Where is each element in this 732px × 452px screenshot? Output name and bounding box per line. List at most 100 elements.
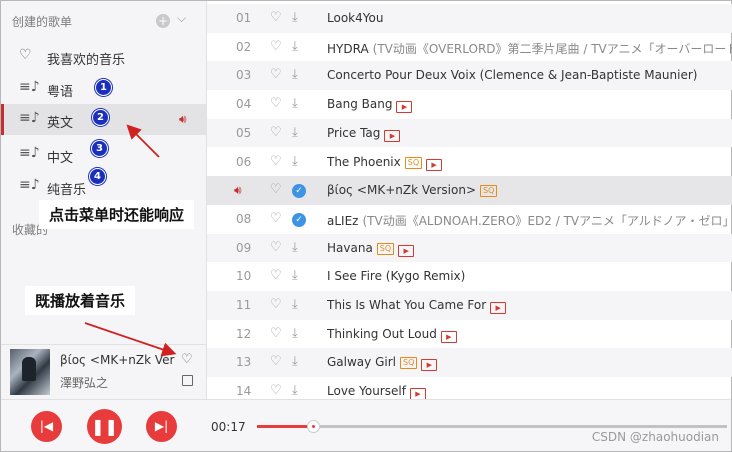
like-heart-icon[interactable]: ♡ — [270, 10, 282, 25]
skip-next-icon[interactable]: ▶| — [146, 411, 177, 442]
song-number: 04 — [236, 97, 252, 112]
download-icon[interactable]: ⤓ — [292, 10, 306, 25]
song-number: 14 — [236, 384, 252, 399]
song-list: 01 ♡ ⤓ Look4You 02 ♡ ⤓ HYDRA (TV动画《OVERLORD》第二季片… — [207, 1, 732, 399]
song-row[interactable]: 03 ♡ ⤓ Concerto Pour Deux Voix (Clemence & … — [207, 61, 732, 91]
song-row[interactable]: 🔊︎ ♡ ✓ βίος <MK+nZk Version> SQ — [207, 176, 732, 205]
like-heart-icon[interactable]: ♡ — [270, 67, 282, 82]
song-row[interactable]: 05 ♡ ⤓ Price Tag ▶ — [207, 118, 732, 148]
speaker-icon: 🔊︎ — [179, 112, 187, 126]
song-row[interactable]: 02 ♡ ⤓ HYDRA (TV动画《OVERLORD》第二季片尾曲 / TVアニメ「オ… — [207, 33, 732, 62]
download-icon[interactable]: ⤓ — [292, 125, 306, 140]
download-icon[interactable]: ⤓ — [292, 154, 306, 169]
download-icon[interactable]: ⤓ — [292, 240, 306, 255]
song-title-cell: Love Yourself ▶ — [327, 384, 426, 399]
download-icon[interactable]: ⤓ — [292, 354, 306, 369]
mv-play-icon[interactable]: ▶ — [426, 158, 443, 171]
song-row[interactable]: 08 ♡ ✓ aLIEz (TV动画《ALDNOAH.ZERO》ED2 / TVアニメ「… — [207, 205, 732, 234]
progress-knob[interactable] — [307, 420, 321, 433]
song-number: 08 — [236, 211, 252, 226]
like-heart-icon[interactable]: ♡ — [270, 268, 282, 283]
song-title: Concerto Pour Deux Voix (Clemence & Jean… — [327, 68, 698, 83]
like-heart-icon[interactable]: ♡ — [270, 39, 282, 54]
song-title-cell: The Phoenix SQ ▶ — [327, 155, 443, 171]
like-heart-icon[interactable]: ♡ — [270, 354, 282, 369]
like-heart-icon[interactable]: ♡ — [270, 211, 282, 226]
song-row[interactable]: 14 ♡ ⤓ Love Yourself ▶ — [207, 377, 732, 399]
sidebar-item-liked-music[interactable]: ♡ 我喜欢的音乐 — [1, 41, 206, 72]
song-title-cell: aLIEz (TV动画《ALDNOAH.ZERO》ED2 / TVアニメ「アルドノ… — [327, 212, 732, 229]
song-row[interactable]: 04 ♡ ⤓ Bang Bang ▶ — [207, 90, 732, 119]
now-playing-panel[interactable]: βίος <MK+nZk Version> 澤野弘之 ♡ — [1, 344, 207, 399]
song-title-cell: HYDRA (TV动画《OVERLORD》第二季片尾曲 / TVアニメ「オーバーロ… — [327, 40, 732, 57]
download-icon[interactable]: ⤓ — [292, 297, 306, 312]
song-title: Love Yourself — [327, 384, 406, 399]
song-row[interactable]: 10 ♡ ⤓ I See Fire (Kygo Remix) — [207, 262, 732, 291]
sidebar-item-label: 我喜欢的音乐 — [47, 53, 126, 68]
song-number: 05 — [236, 125, 252, 140]
download-icon[interactable]: ⤓ — [292, 39, 306, 54]
mv-play-icon[interactable]: ▶ — [384, 129, 401, 142]
like-heart-icon[interactable]: ♡ — [181, 352, 193, 367]
playlist-icon: ≡♪ — [19, 79, 40, 95]
annotation-badge-2: 2 — [92, 109, 109, 126]
plus-circle-icon[interactable]: + — [156, 14, 170, 28]
playlist-icon: ≡♪ — [19, 177, 40, 193]
song-row[interactable]: 11 ♡ ⤓ This Is What You Came For ▶ — [207, 291, 732, 320]
like-heart-icon[interactable]: ♡ — [270, 326, 282, 341]
download-icon[interactable]: ⤓ — [292, 326, 306, 341]
like-heart-icon[interactable]: ♡ — [270, 154, 282, 169]
annotation-menu-text: 点击菜单时还能响应 — [39, 200, 195, 229]
song-title-cell: Price Tag ▶ — [327, 126, 401, 142]
download-icon[interactable]: ⤓ — [292, 383, 306, 398]
mv-play-icon[interactable]: ▶ — [409, 388, 426, 399]
mv-play-icon[interactable]: ▶ — [421, 359, 438, 372]
song-number: 09 — [236, 240, 252, 255]
song-row[interactable]: 09 ♡ ⤓ Havana SQ ▶ — [207, 233, 732, 263]
mv-play-icon[interactable]: ▶ — [440, 330, 457, 343]
pause-icon[interactable]: ❚❚ — [87, 409, 122, 444]
song-title: This Is What You Came For — [327, 298, 487, 312]
like-heart-icon[interactable]: ♡ — [270, 125, 282, 140]
like-heart-icon[interactable]: ♡ — [270, 383, 282, 398]
sidebar: 创建的歌单 + ⌵ ♡ 我喜欢的音乐 ≡♪ 粤语 ≡♪ 英文 🔊︎ ≡♪ 中文 … — [1, 1, 207, 399]
progress-bar[interactable] — [257, 420, 727, 433]
now-playing-artist[interactable]: 澤野弘之 — [60, 374, 108, 391]
download-icon[interactable]: ⤓ — [292, 67, 306, 82]
download-icon[interactable]: ⤓ — [292, 268, 306, 283]
album-cover[interactable] — [10, 349, 50, 395]
like-heart-icon[interactable]: ♡ — [270, 240, 282, 255]
song-row[interactable]: 13 ♡ ⤓ Galway Girl SQ ▶ — [207, 348, 732, 378]
elapsed-time: 00:17 — [211, 420, 246, 434]
song-title-cell: I See Fire (Kygo Remix) — [327, 269, 465, 283]
share-icon[interactable] — [182, 375, 193, 386]
music-player-window: 创建的歌单 + ⌵ ♡ 我喜欢的音乐 ≡♪ 粤语 ≡♪ 英文 🔊︎ ≡♪ 中文 … — [0, 0, 732, 452]
sidebar-item-label: 纯音乐 — [47, 183, 87, 198]
chevron-down-icon[interactable]: ⌵ — [177, 11, 186, 26]
download-icon[interactable]: ⤓ — [292, 96, 306, 111]
like-heart-icon[interactable]: ♡ — [270, 297, 282, 312]
song-number: 10 — [236, 269, 252, 284]
song-number: 02 — [236, 39, 252, 54]
song-title-cell: Look4You — [327, 11, 383, 25]
downloaded-check-icon: ✓ — [292, 212, 306, 227]
mv-play-icon[interactable]: ▶ — [490, 302, 507, 314]
song-row[interactable]: 06 ♡ ⤓ The Phoenix SQ ▶ — [207, 148, 732, 177]
song-number: 12 — [236, 326, 252, 341]
player-bar: |◀ ❚❚ ▶| 00:17 CSDN @zhaohuodian — [1, 399, 731, 451]
mv-play-icon[interactable]: ▶ — [396, 101, 413, 114]
song-row[interactable]: 12 ♡ ⤓ Thinking Out Loud ▶ — [207, 320, 732, 349]
mv-play-icon[interactable]: ▶ — [398, 244, 415, 257]
song-number: 03 — [236, 68, 252, 83]
skip-previous-icon[interactable]: |◀ — [31, 411, 62, 442]
like-heart-icon[interactable]: ♡ — [270, 96, 282, 111]
song-title: HYDRA — [327, 41, 369, 56]
created-playlists-header[interactable]: 创建的歌单 + ⌵ — [1, 1, 206, 41]
song-number: 06 — [236, 154, 252, 169]
created-playlists-title: 创建的歌单 — [12, 15, 73, 29]
song-row[interactable]: 01 ♡ ⤓ Look4You — [207, 4, 732, 33]
song-title: βίος <MK+nZk Version> — [327, 183, 477, 198]
sq-badge: SQ — [376, 242, 395, 255]
like-heart-icon[interactable]: ♡ — [270, 182, 282, 197]
song-title-cell: Bang Bang ▶ — [327, 97, 413, 114]
